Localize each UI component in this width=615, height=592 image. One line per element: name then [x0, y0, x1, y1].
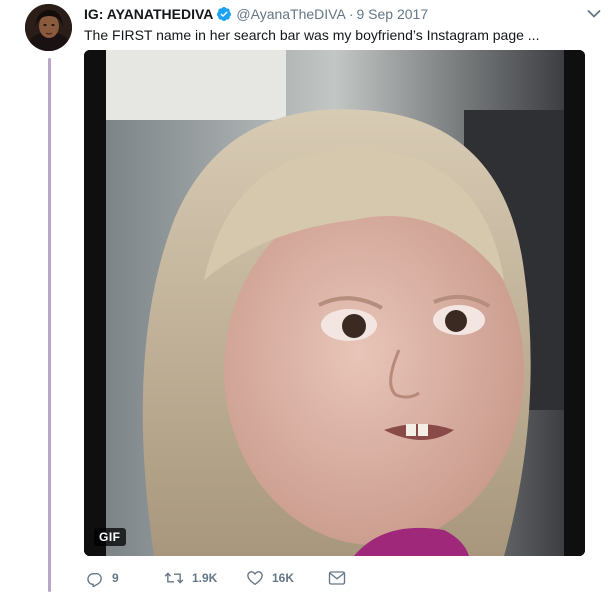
reply-count: 9: [112, 571, 119, 585]
author-name[interactable]: IG: AYANATHEDIVA: [84, 6, 213, 22]
author-handle[interactable]: @AyanaTheDIVA: [236, 6, 345, 22]
verified-badge-icon: [216, 6, 232, 27]
thread-connector-line: [48, 58, 51, 592]
gif-badge: GIF: [94, 528, 126, 546]
direct-message-icon: [328, 570, 346, 586]
like-button[interactable]: 16K: [246, 568, 294, 588]
tweet-date[interactable]: 9 Sep 2017: [356, 6, 428, 22]
retweet-count: 1.9K: [192, 571, 218, 585]
tweet-gif[interactable]: GIF: [84, 50, 585, 556]
retweet-button[interactable]: 1.9K: [164, 568, 217, 588]
chevron-down-icon[interactable]: [587, 6, 601, 24]
tweet-text: The FIRST name in her search bar was my …: [84, 27, 540, 43]
separator-dot: ·: [348, 6, 354, 22]
retweet-icon: [164, 569, 184, 587]
avatar-image: [25, 4, 72, 51]
reply-icon: [86, 569, 104, 587]
like-icon: [246, 569, 264, 587]
reply-button[interactable]: 9: [86, 568, 119, 588]
avatar[interactable]: [25, 4, 72, 51]
tweet-header: IG: AYANATHEDIVA @AyanaTheDIVA · 9 Sep 2017: [84, 4, 595, 24]
direct-message-button[interactable]: [328, 568, 346, 588]
like-count: 16K: [272, 571, 295, 585]
gif-image: [84, 50, 585, 556]
